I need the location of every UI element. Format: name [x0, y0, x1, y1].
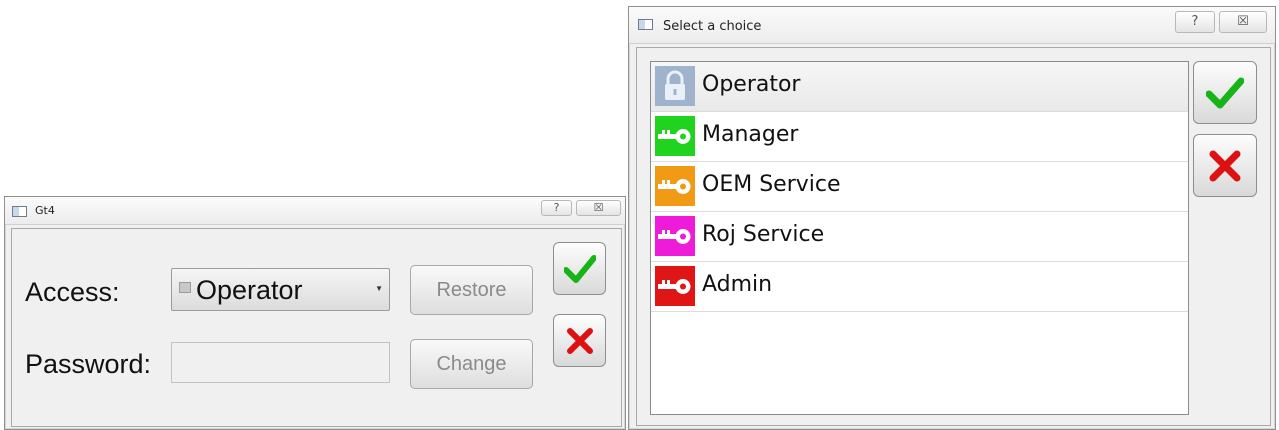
help-button[interactable]: ? — [1175, 11, 1215, 33]
list-item-label: Operator — [702, 72, 801, 97]
ok-button[interactable] — [1193, 61, 1257, 124]
access-select[interactable]: Operator ▼ — [171, 268, 390, 311]
cancel-button[interactable] — [1193, 134, 1257, 197]
list-item[interactable]: OEM Service — [651, 162, 1188, 212]
key-icon — [655, 216, 695, 256]
lock-icon — [655, 66, 695, 106]
cancel-button[interactable] — [553, 314, 606, 367]
ok-button[interactable] — [553, 242, 606, 295]
key-icon — [655, 116, 695, 156]
choice-dialog-title: Select a choice — [663, 19, 762, 34]
restore-button[interactable]: Restore — [410, 265, 533, 315]
close-button[interactable]: ☒ — [576, 200, 621, 216]
choice-dialog: Select a choice ? ☒ Operator Manager OEM S… — [628, 6, 1276, 430]
list-item[interactable]: Admin — [651, 262, 1188, 312]
help-button[interactable]: ? — [541, 200, 572, 216]
login-dialog: Gt4 ? ☒ Access: Password: Operator ▼ Res… — [4, 196, 626, 430]
checkmark-icon — [1206, 77, 1244, 108]
access-select-value: Operator — [196, 275, 303, 305]
list-item[interactable]: Roj Service — [651, 212, 1188, 262]
lock-icon — [179, 282, 191, 293]
chevron-down-icon: ▼ — [375, 284, 383, 293]
close-button[interactable]: ☒ — [1219, 11, 1267, 33]
window-icon — [638, 19, 653, 30]
list-item-label: Admin — [702, 272, 773, 297]
list-item-label: OEM Service — [702, 172, 841, 197]
list-item[interactable]: Operator — [651, 62, 1188, 112]
access-label: Access: — [25, 277, 120, 307]
password-label: Password: — [25, 349, 152, 379]
change-button[interactable]: Change — [410, 339, 533, 389]
key-icon — [655, 166, 695, 206]
login-dialog-body — [11, 228, 622, 427]
red-x-icon — [1209, 150, 1241, 181]
password-field[interactable] — [171, 342, 390, 383]
checkmark-icon — [563, 254, 596, 283]
red-x-icon — [566, 327, 593, 354]
choice-dialog-titlebar: Select a choice ? ☒ — [629, 7, 1275, 44]
list-item-label: Manager — [702, 122, 799, 147]
window-icon — [12, 206, 27, 217]
list-item-label: Roj Service — [702, 222, 825, 247]
key-icon — [655, 266, 695, 306]
login-dialog-titlebar: Gt4 ? ☒ — [5, 197, 625, 225]
list-item[interactable]: Manager — [651, 112, 1188, 162]
choice-list[interactable]: Operator Manager OEM Service Roj Service Adm… — [650, 61, 1189, 415]
login-dialog-title: Gt4 — [35, 204, 55, 217]
